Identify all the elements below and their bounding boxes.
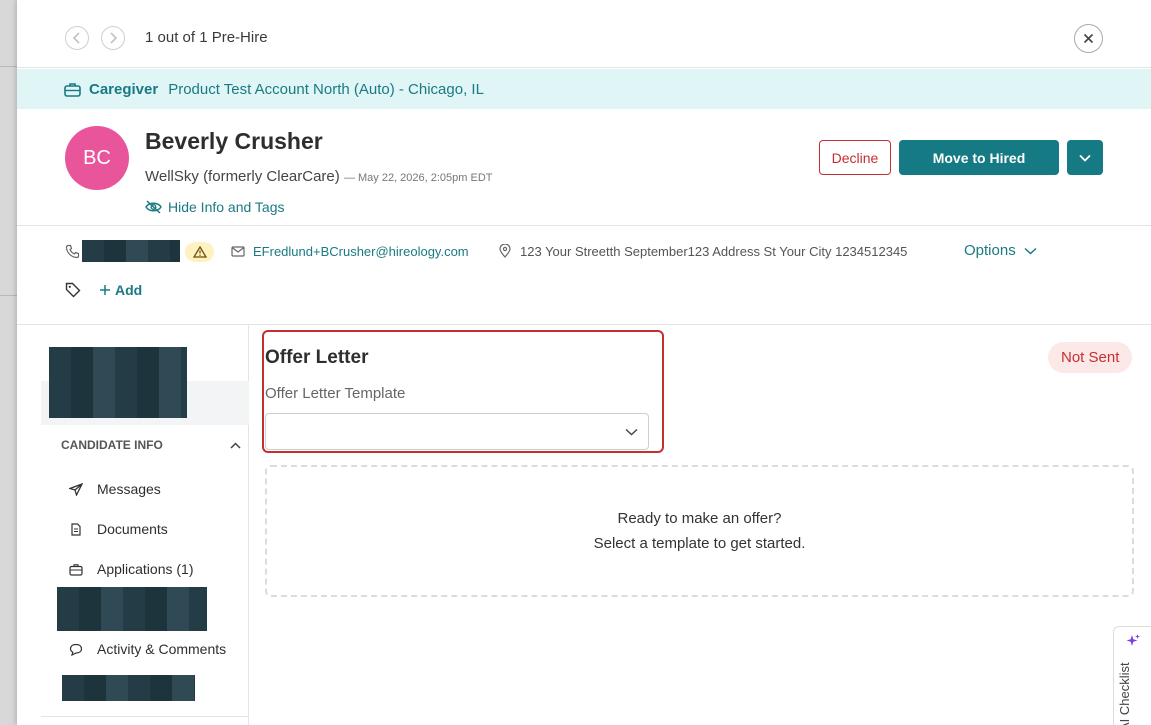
warning-badge[interactable] [185, 242, 214, 262]
move-to-hired-button[interactable]: Move to Hired [899, 140, 1059, 175]
plus-icon [100, 285, 110, 295]
company-name: WellSky (formerly ClearCare) [145, 168, 340, 185]
sidebar-item-label: Activity & Comments [97, 641, 227, 657]
divider [17, 225, 1151, 226]
address-text: 123 Your Streetth September123 Address S… [520, 243, 908, 259]
next-button[interactable] [101, 26, 125, 50]
phone-field [65, 238, 180, 264]
comment-icon [69, 643, 83, 656]
offer-template-label: Offer Letter Template [265, 385, 406, 402]
empty-state-line-2: Select a template to get started. [593, 535, 806, 552]
sidebar-item-label: Messages [97, 481, 161, 497]
chevron-down-icon [625, 428, 638, 435]
divider [41, 716, 249, 717]
candidate-sidebar: CANDIDATE INFO Messages Documents Applic… [41, 325, 249, 725]
candidate-info-header[interactable]: CANDIDATE INFO [61, 438, 241, 452]
redacted-block [57, 587, 207, 631]
hide-info-toggle[interactable]: Hide Info and Tags [145, 199, 285, 215]
location-pin-icon [499, 244, 511, 258]
sidebar-item-applications[interactable]: Applications (1) [69, 561, 194, 577]
redacted-phone [82, 240, 180, 262]
decline-button[interactable]: Decline [819, 140, 891, 175]
panel-topbar: 1 out of 1 Pre-Hire [17, 0, 1151, 68]
empty-state-line-1: Ready to make an offer? [617, 510, 782, 527]
tag-icon [65, 282, 81, 298]
sidebar-item-activity-comments[interactable]: Activity & Comments [69, 641, 226, 657]
close-icon [1083, 33, 1094, 44]
sidebar-item-messages[interactable]: Messages [69, 481, 161, 497]
eye-off-icon [145, 200, 162, 214]
mail-icon [231, 245, 245, 257]
briefcase-icon [64, 82, 81, 97]
candidate-company: WellSky (formerly ClearCare) — May 22, 2… [145, 168, 493, 185]
chevron-right-icon [110, 32, 118, 44]
options-dropdown[interactable]: Options [964, 242, 1037, 259]
previous-button[interactable] [65, 26, 89, 50]
chevron-left-icon [72, 32, 80, 44]
chevron-down-icon [1079, 154, 1091, 162]
send-icon [69, 482, 83, 496]
avatar: BC [65, 126, 129, 190]
ai-checklist-tab[interactable]: AI Checklist [1113, 626, 1151, 725]
add-tag-button[interactable]: Add [99, 282, 142, 298]
sidebar-item-label: Applications (1) [97, 561, 194, 577]
offer-empty-state: Ready to make an offer? Select a templat… [265, 465, 1134, 597]
close-button[interactable] [1074, 24, 1103, 53]
overlay-divider [0, 66, 17, 67]
candidate-name: Beverly Crusher [145, 128, 323, 154]
warning-icon [192, 246, 207, 258]
overlay-divider [0, 295, 17, 296]
offer-template-select[interactable] [265, 413, 649, 450]
phone-icon [65, 244, 80, 258]
record-counter: 1 out of 1 Pre-Hire [145, 29, 268, 46]
job-banner: Caregiver Product Test Account North (Au… [17, 69, 1151, 109]
applied-date: — May 22, 2026, 2:05pm EDT [343, 172, 493, 184]
background-overlay [0, 0, 17, 725]
sidebar-item-documents[interactable]: Documents [69, 521, 168, 537]
more-actions-button[interactable] [1067, 140, 1103, 175]
add-tag-label: Add [115, 282, 143, 298]
job-role[interactable]: Caregiver [89, 81, 158, 98]
sparkle-icon [1126, 634, 1140, 646]
email-link[interactable]: EFredlund+BCrusher@hireology.com [253, 244, 469, 259]
briefcase-icon [69, 563, 83, 576]
status-badge: Not Sent [1048, 342, 1133, 373]
redacted-block [49, 347, 187, 418]
candidate-info-label: CANDIDATE INFO [61, 438, 163, 452]
ai-checklist-label: AI Checklist [1117, 662, 1132, 725]
email-field[interactable]: EFredlund+BCrusher@hireology.com [231, 238, 469, 264]
sidebar-item-label: Documents [97, 521, 168, 537]
offer-content: Offer Letter Offer Letter Template Not S… [249, 325, 1151, 725]
redacted-block [62, 675, 195, 701]
chevron-up-icon [230, 441, 241, 449]
address-field: 123 Your Streetth September123 Address S… [499, 238, 907, 264]
candidate-panel: 1 out of 1 Pre-Hire Caregiver Product Te… [17, 0, 1151, 725]
options-label: Options [964, 242, 1016, 259]
hide-info-label: Hide Info and Tags [168, 199, 285, 215]
document-icon [71, 522, 81, 536]
chevron-down-icon [1024, 247, 1037, 255]
job-location[interactable]: Product Test Account North (Auto) - Chic… [168, 81, 484, 98]
tags-row: Add [65, 282, 142, 298]
offer-letter-title: Offer Letter [265, 347, 369, 368]
